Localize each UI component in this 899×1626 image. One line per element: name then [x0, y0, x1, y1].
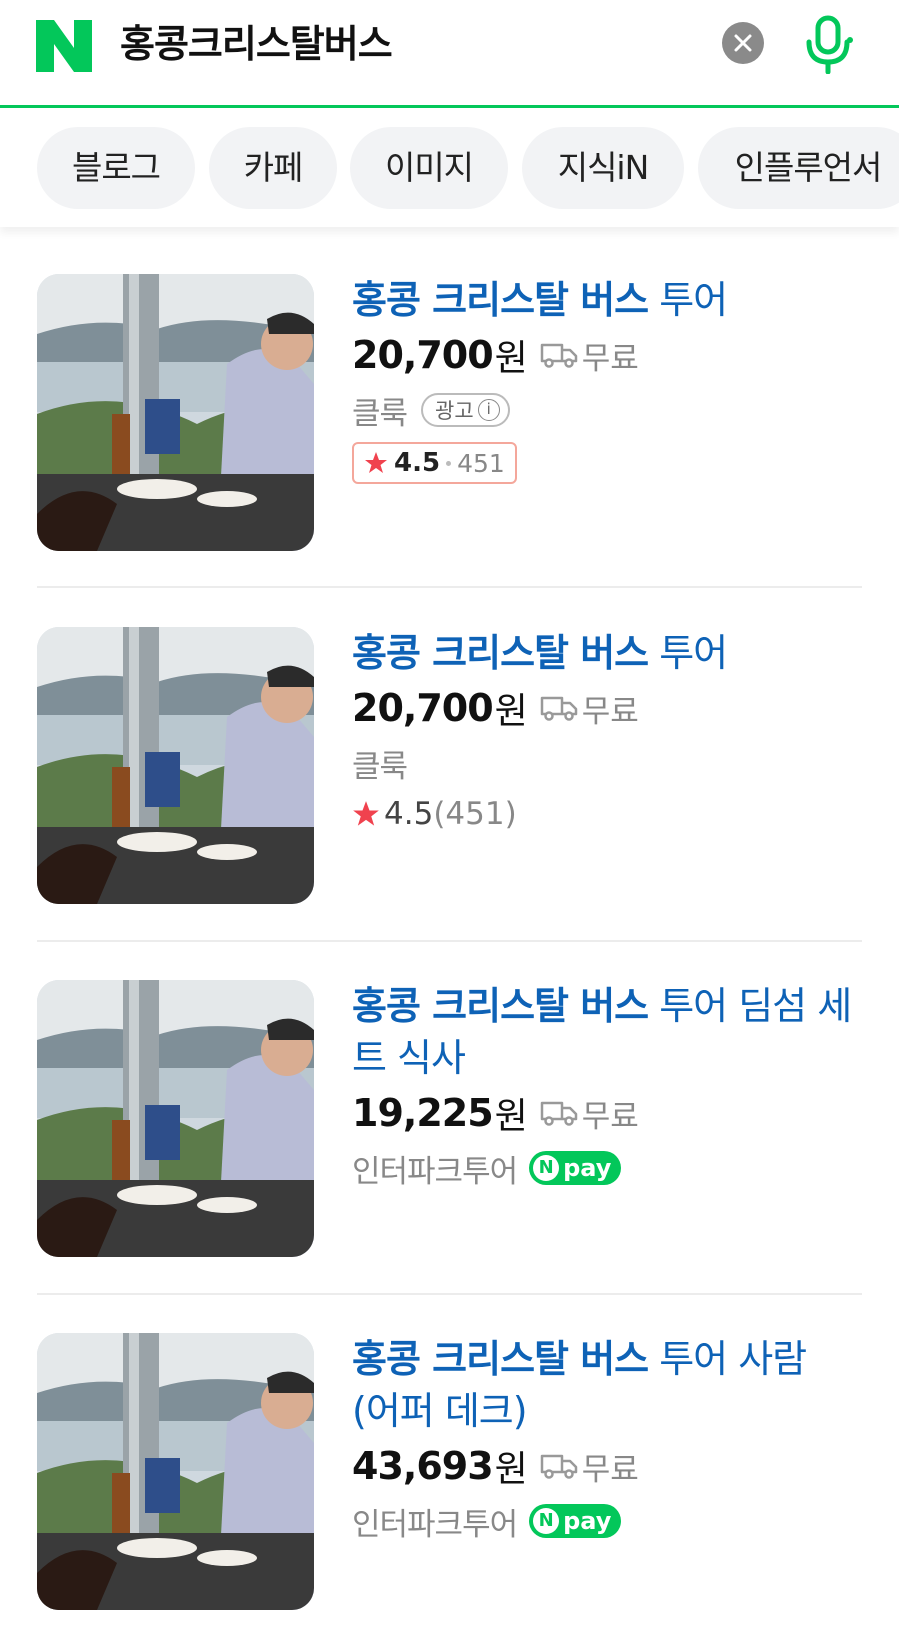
rating: 4.5 (451)	[352, 793, 862, 835]
clear-button[interactable]	[722, 22, 764, 64]
shipping-fee: 무료	[581, 1451, 639, 1488]
naver-logo-icon[interactable]	[36, 20, 92, 72]
rating-score: 4.5	[384, 796, 434, 832]
voice-search-button[interactable]	[804, 14, 854, 75]
product-title[interactable]: 홍콩 크리스탈 버스 투어 사람 (어퍼 데크)	[352, 1333, 862, 1437]
product-title[interactable]: 홍콩 크리스탈 버스 투어 딤섬 세트 식사	[352, 980, 862, 1084]
truck-icon	[540, 343, 578, 368]
list-item[interactable]: 홍콩 크리스탈 버스 투어 20,700 원 무료 클룩 4.5 (451)	[0, 627, 899, 980]
price: 19,225	[352, 1091, 494, 1135]
star-icon	[365, 452, 387, 473]
search-input[interactable]: 홍콩크리스탈버스	[120, 16, 393, 72]
price: 20,700	[352, 333, 494, 377]
currency: 원	[494, 691, 528, 732]
divider	[37, 1293, 862, 1295]
tab-knowledge-in[interactable]: 지식iN	[522, 127, 684, 209]
tab-cafe[interactable]: 카페	[209, 127, 337, 209]
currency: 원	[494, 1449, 528, 1490]
rating-badge: 4.5 451	[352, 442, 517, 484]
currency: 원	[494, 1096, 528, 1137]
title-highlight: 홍콩 크리스탈 버스	[352, 278, 649, 322]
clear-icon	[734, 34, 752, 52]
divider	[37, 940, 862, 942]
npay-label: pay	[563, 1507, 612, 1535]
shipping-fee: 무료	[581, 693, 639, 730]
product-thumbnail[interactable]	[37, 274, 314, 551]
title-highlight: 홍콩 크리스탈 버스	[352, 1337, 649, 1381]
shipping-fee: 무료	[581, 340, 639, 377]
divider	[37, 586, 862, 588]
title-rest: 투어	[648, 631, 728, 675]
ad-label: 광고	[435, 399, 474, 423]
review-count: 451	[457, 448, 505, 478]
product-title[interactable]: 홍콩 크리스탈 버스 투어	[352, 274, 862, 326]
npay-badge: Npay	[529, 1504, 622, 1538]
npay-icon: N	[533, 1508, 560, 1534]
list-item[interactable]: 홍콩 크리스탈 버스 투어 사람 (어퍼 데크) 43,693 원 무료 인터파크…	[0, 1333, 899, 1626]
title-highlight: 홍콩 크리스탈 버스	[352, 631, 649, 675]
rating-score: 4.5	[394, 448, 441, 478]
title-highlight: 홍콩 크리스탈 버스	[352, 984, 649, 1028]
tab-blog[interactable]: 블로그	[37, 127, 195, 209]
shipping-fee: 무료	[581, 1098, 639, 1135]
product-thumbnail[interactable]	[37, 627, 314, 904]
seller-name: 클룩	[352, 748, 408, 785]
title-rest: 투어	[648, 278, 728, 322]
ad-badge[interactable]: 광고 i	[421, 393, 510, 427]
currency: 원	[494, 338, 528, 379]
star-icon	[353, 801, 379, 826]
search-tabs: 블로그 카페 이미지 지식iN 인플루언서	[0, 111, 899, 227]
price: 43,693	[352, 1444, 494, 1488]
product-thumbnail[interactable]	[37, 1333, 314, 1610]
truck-icon	[540, 696, 578, 721]
info-icon: i	[477, 399, 500, 421]
microphone-icon	[806, 15, 853, 75]
list-item[interactable]: 홍콩 크리스탈 버스 투어 20,700 원 무료 클룩 광고 i 4.5 451	[0, 274, 899, 627]
npay-badge: Npay	[529, 1151, 622, 1185]
separator-dot	[446, 460, 452, 466]
list-item[interactable]: 홍콩 크리스탈 버스 투어 딤섬 세트 식사 19,225 원 무료 인터파크투어…	[0, 980, 899, 1333]
review-count: (451)	[433, 796, 517, 832]
search-header: 홍콩크리스탈버스	[0, 0, 899, 108]
seller-name: 인터파크투어	[352, 1506, 518, 1543]
seller-name: 클룩	[352, 395, 408, 432]
seller-name: 인터파크투어	[352, 1153, 518, 1190]
npay-label: pay	[563, 1154, 612, 1182]
truck-icon	[540, 1101, 578, 1126]
product-thumbnail[interactable]	[37, 980, 314, 1257]
tab-images[interactable]: 이미지	[350, 127, 508, 209]
npay-icon: N	[533, 1155, 560, 1181]
price: 20,700	[352, 686, 494, 730]
truck-icon	[540, 1454, 578, 1479]
tab-influencer[interactable]: 인플루언서	[698, 127, 899, 209]
product-title[interactable]: 홍콩 크리스탈 버스 투어	[352, 627, 862, 679]
